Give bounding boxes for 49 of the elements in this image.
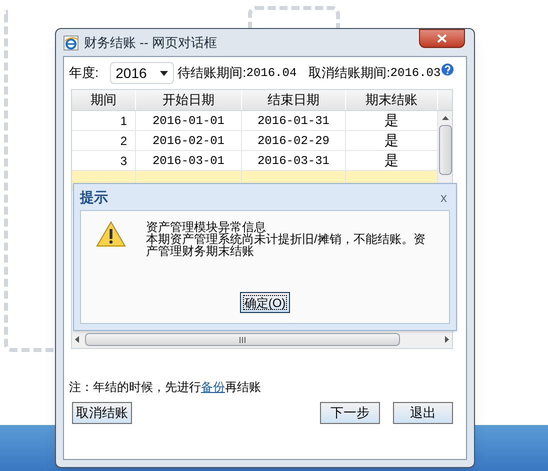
- horizontal-scrollbar[interactable]: [72, 331, 452, 348]
- alert-message: 资产管理模块异常信息: [146, 221, 266, 233]
- scroll-up-icon[interactable]: [442, 116, 448, 120]
- table-cell-text: 2016-02-01: [152, 132, 224, 150]
- table-cell-text: 2016-01-31: [257, 112, 330, 130]
- backup-link[interactable]: 备份: [201, 380, 225, 394]
- scroll-right-icon[interactable]: [445, 336, 449, 343]
- warning-icon: [96, 221, 126, 247]
- pending-period: 2016.04: [246, 65, 297, 82]
- table-cell-text: 1: [120, 112, 127, 130]
- alert-title: 提示: [80, 188, 108, 206]
- scroll-left-icon[interactable]: [75, 336, 79, 343]
- year-label: 年度:: [69, 64, 99, 82]
- table-cell-text: 2: [120, 132, 127, 150]
- close-button[interactable]: x: [438, 190, 450, 204]
- year-dropdown[interactable]: 2016: [110, 62, 174, 84]
- scroll-thumb[interactable]: [85, 333, 400, 346]
- table-cell-text: 2016-02-29: [257, 132, 330, 150]
- table-cell-text: 是: [384, 151, 398, 170]
- close-button[interactable]: [419, 29, 465, 48]
- scroll-thumb[interactable]: [438, 125, 452, 175]
- table-row[interactable]: 2 2016-02-01 2016-02-29 是: [72, 131, 438, 151]
- pending-label: 待结账期间:: [178, 64, 246, 82]
- table-row[interactable]: 3 2016-03-01 2016-03-31 是: [72, 151, 438, 171]
- table-row[interactable]: 1 2016-01-01 2016-01-31 是: [72, 111, 438, 131]
- note-text: 注：年结的时候，先进行备份再结账: [69, 379, 262, 396]
- close-icon: [437, 34, 447, 43]
- table-cell-text: 2016-03-01: [152, 152, 224, 170]
- table-cell-text: 是: [384, 131, 398, 150]
- grip-icon: [239, 336, 246, 342]
- dialog-button[interactable]: 退出: [393, 402, 453, 424]
- table-cell-text: 2016-03-31: [257, 152, 330, 170]
- caret-icon: [160, 70, 168, 76]
- cancel-label: 取消结账期间:: [308, 64, 390, 82]
- dialog-button[interactable]: 下一步: [320, 402, 380, 424]
- column-header[interactable]: 结束日期: [242, 90, 346, 110]
- table-cell-text: 是: [384, 111, 398, 130]
- browser-icon: [63, 34, 79, 50]
- column-header[interactable]: 开始日期: [136, 90, 242, 110]
- window-title: 财务结账 -- 网页对话框: [84, 34, 217, 52]
- table-cell-text: 3: [120, 152, 127, 170]
- column-header[interactable]: 期间: [72, 90, 136, 110]
- ok-button[interactable]: 确定(O): [240, 292, 290, 313]
- help-icon[interactable]: [440, 62, 454, 76]
- column-header[interactable]: 期末结账: [346, 90, 438, 110]
- cancel-period: 2016.03: [390, 65, 441, 82]
- dialog-button[interactable]: 取消结账: [72, 402, 132, 424]
- alert-message: 本期资产管理系统尚未计提折旧/摊销，不能结账。资产管理财务期末结账: [146, 233, 426, 257]
- table-cell-text: 2016-01-01: [152, 112, 224, 130]
